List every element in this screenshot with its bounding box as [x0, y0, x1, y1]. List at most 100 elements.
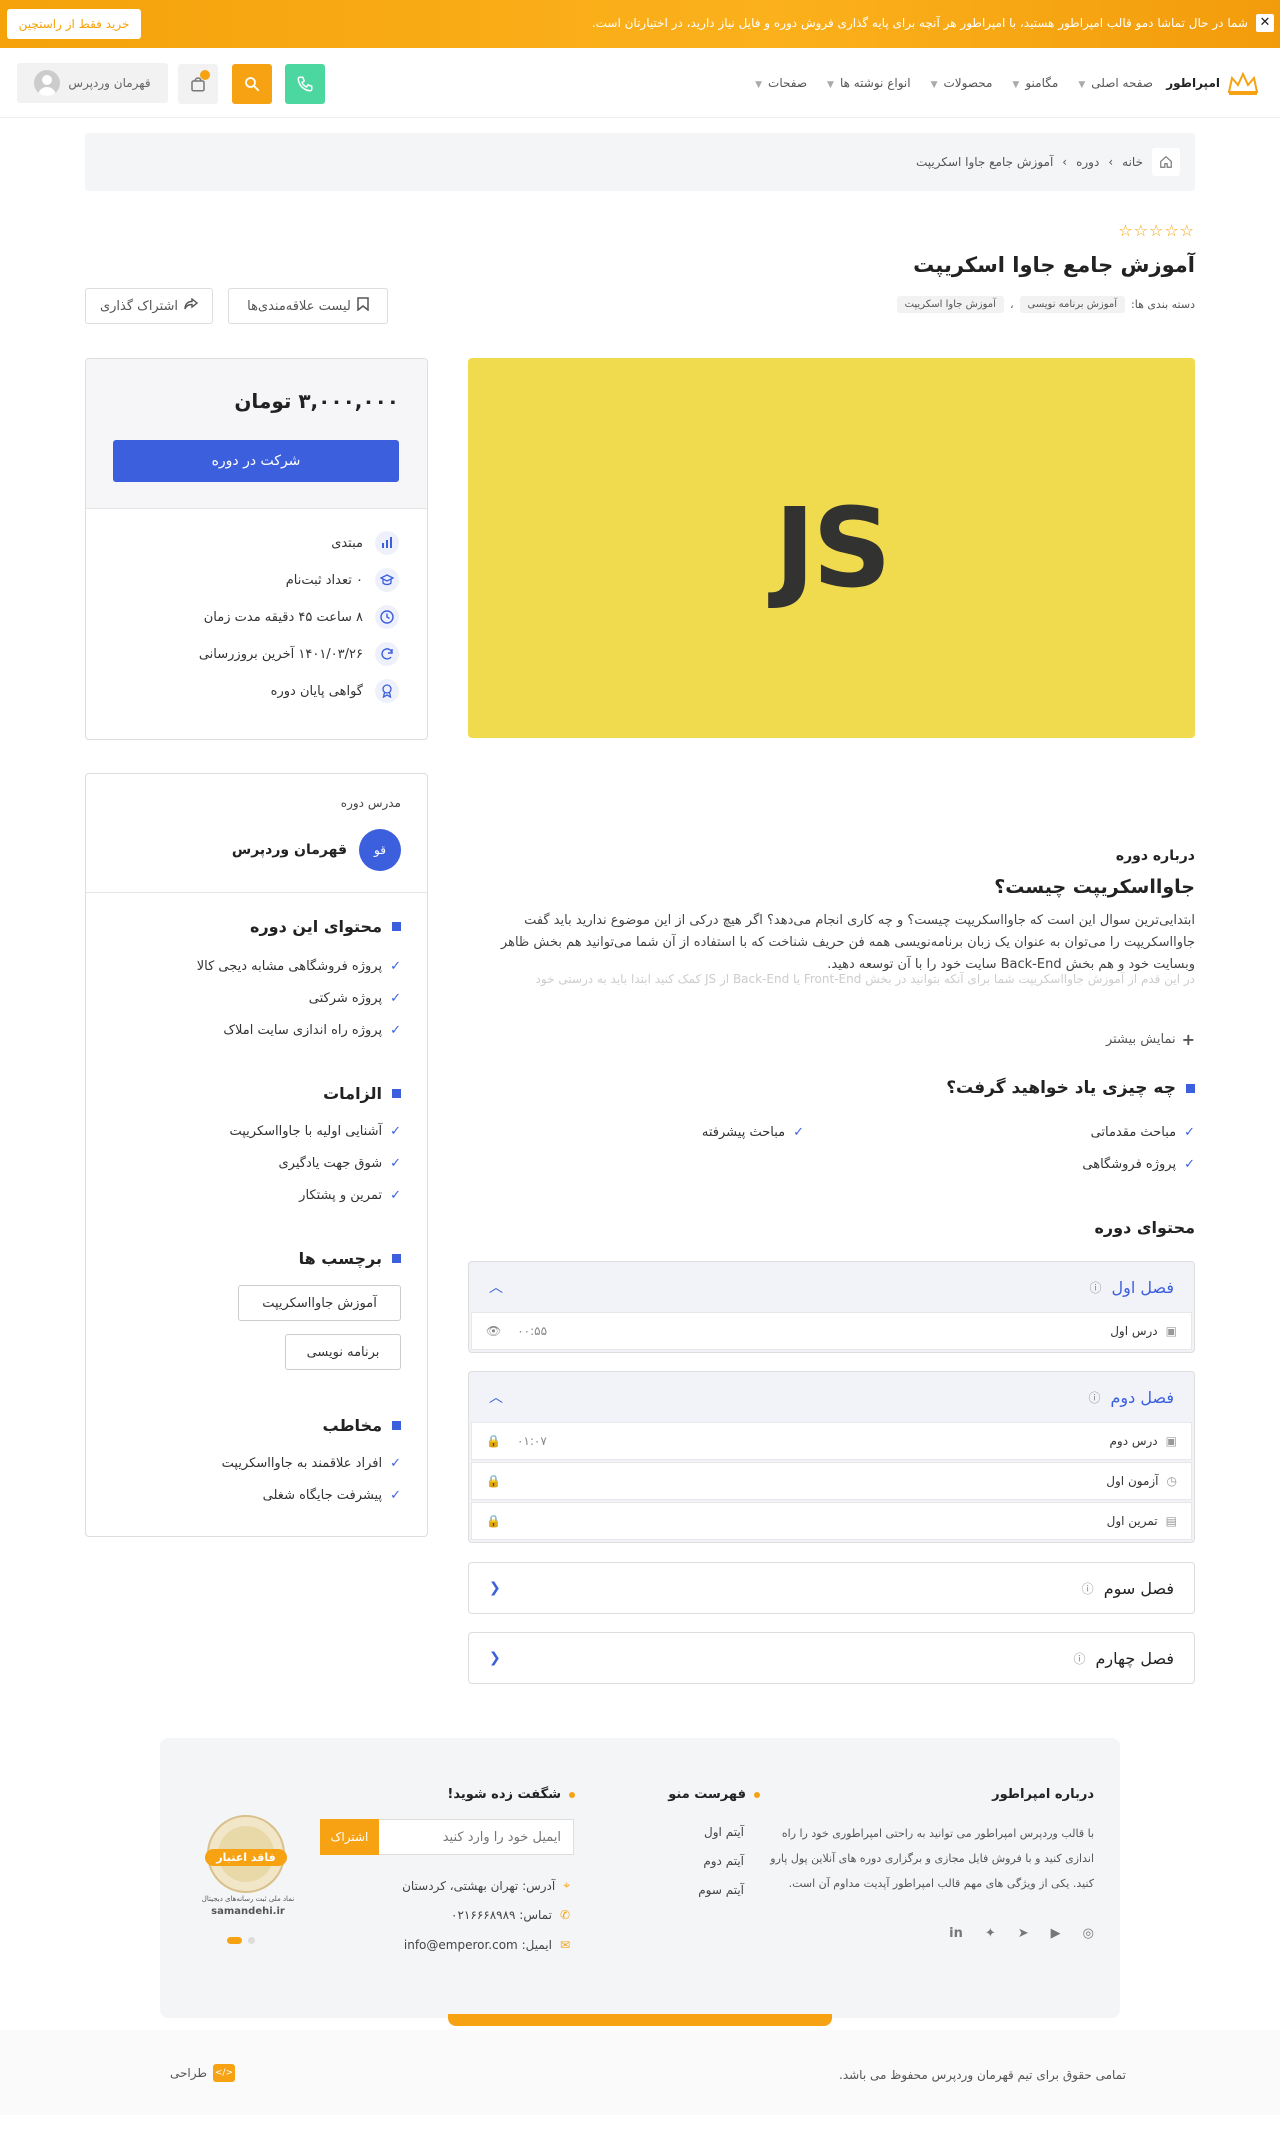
- teacher-info[interactable]: قو قهرمان وردپرس: [232, 829, 401, 871]
- square-bullet-icon: [392, 922, 401, 931]
- breadcrumb-separator: ›: [1108, 155, 1114, 169]
- breadcrumb-course[interactable]: دوره: [1076, 155, 1099, 169]
- email-input[interactable]: [379, 1819, 574, 1855]
- show-more-button[interactable]: + نمایش بیشتر: [1106, 1030, 1195, 1049]
- category-badge[interactable]: آموزش برنامه نویسی: [1019, 296, 1126, 313]
- code-icon: </>: [212, 2064, 235, 2082]
- category-separator: ،: [1009, 298, 1014, 311]
- share-icon: [184, 297, 199, 314]
- item-text: پروژه راه اندازی سایت املاک: [223, 1023, 383, 1038]
- contact-address: ⌖ آدرس: تهران بهشتی، کردستان: [402, 1878, 570, 1893]
- twitter-icon[interactable]: ✦: [985, 1926, 996, 1941]
- tag-link[interactable]: آموزش جاوااسکریپت: [238, 1285, 401, 1321]
- nav-item-pages[interactable]: صفحات ▼: [755, 76, 807, 90]
- bookmark-icon: [357, 297, 369, 315]
- chapter-header[interactable]: فصل دوم ⓘ ︿: [469, 1372, 1194, 1422]
- contact-phone[interactable]: ✆ تماس: ۰۲۱۶۶۶۸۹۸۹: [451, 1908, 570, 1922]
- chapter-header[interactable]: فصل سوم ⓘ ❮: [469, 1563, 1194, 1613]
- carousel-dot-active[interactable]: [227, 1937, 242, 1944]
- dot-icon: [754, 1791, 760, 1798]
- breadcrumb-home[interactable]: خانه: [1122, 155, 1143, 169]
- check-icon: ✓: [390, 991, 401, 1006]
- check-icon: ✓: [1184, 1157, 1195, 1172]
- check-icon: ✓: [390, 1023, 401, 1038]
- cart-button[interactable]: [178, 64, 218, 104]
- heading-text: الزامات: [323, 1084, 382, 1103]
- plus-icon: +: [1181, 1030, 1195, 1049]
- chevron-left-icon: ❮: [489, 1580, 501, 1596]
- chapter-2: فصل دوم ⓘ ︿ ▣ درس دوم ۰۱:۰۷ 🔒 ◷ آزمون اول 🔒 …: [468, 1371, 1195, 1543]
- nav-item-posts[interactable]: انواع نوشته ها ▼: [827, 76, 911, 90]
- nav-label: صفحه اصلی: [1091, 76, 1153, 90]
- item-text: مباحث مقدماتی: [1090, 1125, 1177, 1140]
- chapter-title: فصل سوم ⓘ: [1082, 1579, 1174, 1598]
- lesson-time: ۰۱:۰۷: [516, 1434, 547, 1448]
- nav-item-home[interactable]: صفحه اصلی ▼: [1078, 76, 1153, 90]
- info-icon: ⓘ: [1073, 1651, 1086, 1666]
- subscribe-button[interactable]: اشتراک: [320, 1819, 379, 1855]
- nav-label: مگامنو: [1025, 76, 1059, 90]
- course-cover-image[interactable]: JS: [468, 358, 1195, 738]
- address-text: آدرس: تهران بهشتی، کردستان: [402, 1878, 556, 1893]
- info-icon: ⓘ: [1081, 1581, 1094, 1596]
- enroll-button[interactable]: شرکت در دوره: [113, 440, 399, 482]
- category-list: دسته بندی ها: آموزش برنامه نویسی ، آموزش…: [896, 296, 1195, 313]
- phone-button[interactable]: [285, 64, 325, 104]
- chapter-3: فصل سوم ⓘ ❮: [468, 1562, 1195, 1614]
- chapter-header[interactable]: فصل اول ⓘ ︿: [469, 1262, 1194, 1312]
- phone-text: تماس: ۰۲۱۶۶۶۸۹۸۹: [451, 1908, 552, 1922]
- nav-item-megamenu[interactable]: مگامنو ▼: [1012, 76, 1058, 90]
- footer-menu-item[interactable]: آیتم اول: [698, 1818, 744, 1847]
- linkedin-icon[interactable]: in: [949, 1926, 963, 1941]
- share-label: اشتراک گذاری: [99, 298, 179, 314]
- list-item: ✓ آشنایی اولیه با جاوااسکریپت: [229, 1124, 401, 1139]
- course-price: ۳,۰۰۰,۰۰۰ تومان: [234, 389, 399, 413]
- tag-link[interactable]: برنامه نویسی: [285, 1334, 401, 1370]
- rating-stars[interactable]: ☆☆☆☆☆: [1118, 221, 1195, 240]
- buy-button[interactable]: خرید فقط از راستچین: [7, 9, 141, 39]
- chevron-down-icon: ▼: [1012, 80, 1020, 90]
- lesson-row[interactable]: ◷ آزمون اول 🔒: [471, 1462, 1192, 1500]
- info-certificate: گواهی پایان دوره: [271, 679, 399, 703]
- chapter-header[interactable]: فصل چهارم ⓘ ❮: [469, 1633, 1194, 1683]
- footer-menu-item[interactable]: آیتم دوم: [698, 1847, 744, 1876]
- carousel-dot[interactable]: [248, 1937, 255, 1944]
- user-account-button[interactable]: قهرمان وردپرس: [17, 63, 168, 103]
- wishlist-button[interactable]: لیست علاقه‌مندی‌ها: [228, 288, 388, 324]
- item-text: مباحث پیشرفته: [701, 1125, 786, 1140]
- designer-credit[interactable]: </> طراحی: [170, 2064, 235, 2082]
- crown-icon: [1227, 71, 1259, 95]
- footer-menu-heading: فهرست منو: [668, 1787, 760, 1802]
- share-button[interactable]: اشتراک گذاری: [85, 288, 213, 324]
- item-text: افراد علاقمند به جاوااسکریپت: [221, 1456, 383, 1471]
- heading-text: چه چیزی یاد خواهید گرفت؟: [946, 1078, 1176, 1098]
- close-icon[interactable]: ✕: [1256, 14, 1274, 32]
- about-heading: جاوااسکریپت چیست؟: [994, 876, 1195, 898]
- list-item: ✓ پیشرفت جایگاه شغلی: [263, 1488, 401, 1503]
- instagram-icon[interactable]: ◎: [1083, 1926, 1094, 1941]
- eye-icon[interactable]: 👁: [486, 1324, 501, 1338]
- footer-menu-item[interactable]: آیتم سوم: [698, 1876, 744, 1905]
- copyright-text: تمامی حقوق برای تیم قهرمان وردپرس محفوظ …: [839, 2068, 1126, 2082]
- lock-icon: 🔒: [486, 1434, 501, 1448]
- search-button[interactable]: [232, 64, 272, 104]
- telegram-icon[interactable]: ➤: [1018, 1926, 1029, 1941]
- lesson-row[interactable]: ▤ تمرین اول 🔒: [471, 1502, 1192, 1540]
- lesson-row[interactable]: ▣ درس دوم ۰۱:۰۷ 🔒: [471, 1422, 1192, 1460]
- site-logo[interactable]: امپراطور: [1166, 70, 1260, 96]
- home-icon[interactable]: [1152, 148, 1180, 176]
- document-icon: ▤: [1165, 1514, 1177, 1528]
- info-text: ۱۴۰۱/۰۳/۲۶ آخرین بروزرسانی: [198, 646, 363, 662]
- nav-item-products[interactable]: محصولات ▼: [931, 76, 993, 90]
- category-badge[interactable]: آموزش جاوا اسکریپت: [896, 296, 1004, 313]
- curriculum-heading: محتوای دوره: [1094, 1218, 1195, 1237]
- contact-email[interactable]: ✉ ایمیل: info@emperor.com: [404, 1938, 570, 1952]
- youtube-icon[interactable]: ▶: [1051, 1926, 1061, 1941]
- square-bullet-icon: [392, 1089, 401, 1098]
- samandehi-seal[interactable]: فاقد اعتبار: [205, 1813, 287, 1895]
- category-label: دسته بندی ها:: [1131, 298, 1195, 311]
- lesson-row[interactable]: ▣ درس اول ۰۰:۵۵ 👁: [471, 1312, 1192, 1350]
- check-icon: ✓: [793, 1125, 804, 1140]
- lesson-title: تمرین اول: [1106, 1514, 1158, 1528]
- heading-text: برچسب ها: [298, 1249, 382, 1268]
